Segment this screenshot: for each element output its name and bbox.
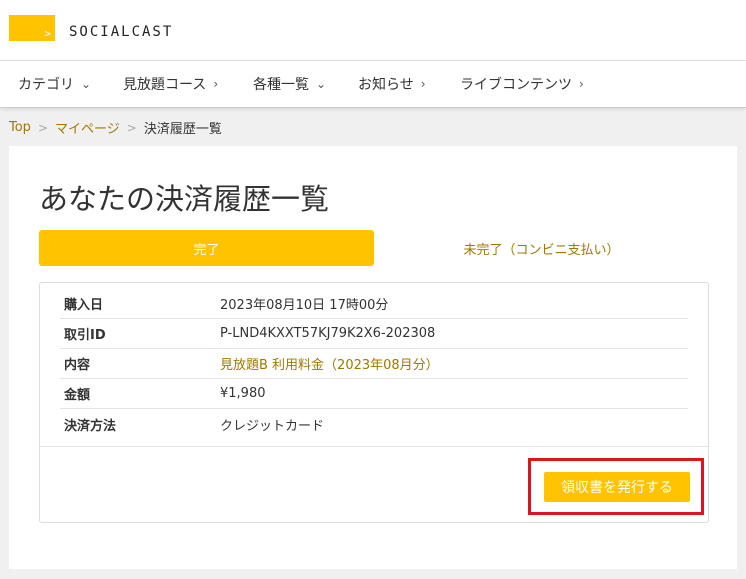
nav-item-label: ライブコンテンツ	[460, 77, 572, 93]
main-nav: カテゴリ ⌄ 見放題コース › 各種一覧 ⌄ お知らせ › ライブコンテンツ ›	[0, 61, 746, 108]
logo-text: SOCIALCAST	[69, 24, 174, 40]
payment-history-card: あなたの決済履歴一覧 完了 未完了（コンビニ支払い） 購入日 2023年08月1…	[9, 146, 737, 569]
logo-mark: >	[9, 15, 55, 41]
detail-value: ¥1,980	[220, 386, 266, 401]
detail-label: 取引ID	[64, 328, 106, 343]
chevron-right-icon: ›	[420, 77, 426, 91]
detail-label: 購入日	[64, 298, 104, 313]
nav-item-label: 見放題コース	[123, 77, 207, 93]
detail-value: 2023年08月10日 17時00分	[220, 298, 389, 313]
nav-item-label: カテゴリ	[18, 77, 74, 93]
breadcrumb-separator-icon: >	[126, 120, 137, 135]
tab-pending-convenience[interactable]: 未完了（コンビニ支払い）	[374, 230, 709, 266]
breadcrumb: Top > マイページ > 決済履歴一覧	[9, 118, 222, 137]
nav-item-live-content[interactable]: ライブコンテンツ ›	[460, 74, 584, 94]
issue-receipt-button[interactable]: 領収書を発行する	[544, 472, 690, 502]
breadcrumb-home-link[interactable]: Top	[9, 120, 31, 135]
detail-row-content: 内容 見放題B 利用料金（2023年08月分）	[60, 349, 688, 379]
nav-item-label: 各種一覧	[253, 77, 309, 93]
nav-item-lists[interactable]: 各種一覧 ⌄	[253, 74, 326, 94]
chevron-down-icon: ⌄	[81, 77, 92, 91]
site-header: > SOCIALCAST カテゴリ ⌄ 見放題コース › 各種一覧 ⌄ お知らせ…	[0, 0, 746, 108]
detail-content-link[interactable]: 見放題B 利用料金（2023年08月分）	[220, 354, 439, 373]
detail-row-payment-method: 決済方法 クレジットカード	[60, 409, 688, 439]
detail-row-purchase-date: 購入日 2023年08月10日 17時00分	[60, 289, 688, 319]
page-title: あなたの決済履歴一覧	[39, 182, 330, 216]
nav-item-label: お知らせ	[358, 77, 414, 93]
breadcrumb-separator-icon: >	[37, 120, 48, 135]
detail-row-amount: 金額 ¥1,980	[60, 379, 688, 409]
detail-divider	[40, 446, 708, 447]
nav-item-category[interactable]: カテゴリ ⌄	[18, 74, 91, 94]
detail-label: 決済方法	[64, 418, 117, 434]
detail-label: 内容	[64, 358, 91, 373]
nav-item-news[interactable]: お知らせ ›	[358, 74, 426, 94]
detail-value: クレジットカード	[220, 418, 325, 434]
breadcrumb-current: 決済履歴一覧	[143, 122, 222, 137]
breadcrumb-mypage-link[interactable]: マイページ	[55, 118, 120, 137]
nav-item-unlimited-course[interactable]: 見放題コース ›	[123, 74, 218, 94]
chevron-right-icon: ›	[579, 77, 584, 91]
logo-mark-glyph: >	[44, 27, 51, 40]
detail-value: P-LND4KXXT57KJ79K2X6-202308	[220, 326, 436, 341]
tab-completed[interactable]: 完了	[39, 230, 374, 266]
chevron-right-icon: ›	[213, 77, 219, 91]
site-logo[interactable]: > SOCIALCAST	[9, 14, 173, 42]
highlight-frame: 領収書を発行する	[528, 458, 704, 515]
payment-detail-box: 購入日 2023年08月10日 17時00分 取引ID P-LND4KXXT57…	[39, 282, 709, 523]
chevron-down-icon: ⌄	[316, 77, 327, 91]
detail-label: 金額	[64, 388, 91, 403]
detail-row-transaction-id: 取引ID P-LND4KXXT57KJ79K2X6-202308	[60, 319, 688, 349]
